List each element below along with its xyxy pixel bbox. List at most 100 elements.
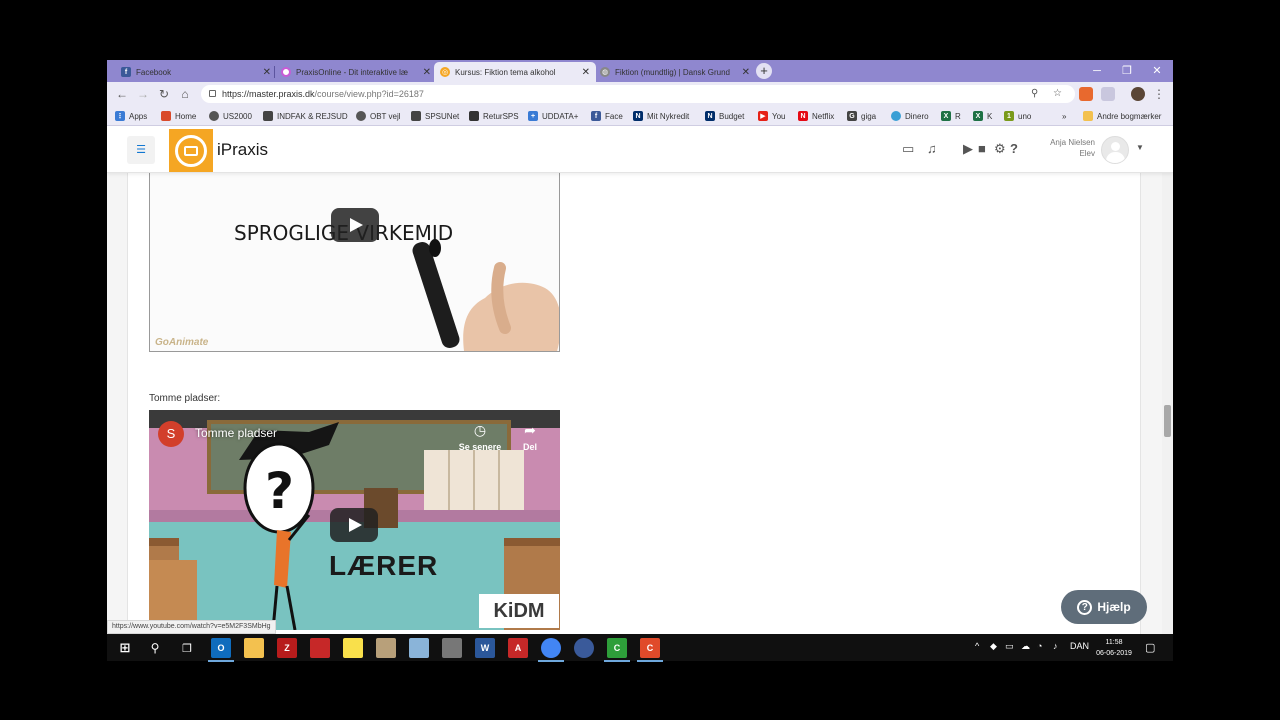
bookmark-uno[interactable]: 1 uno xyxy=(1004,109,1031,123)
sticky-notes-icon[interactable] xyxy=(343,638,363,658)
close-window-button[interactable]: ✕ xyxy=(1142,62,1172,80)
extension-icon[interactable] xyxy=(1101,87,1115,101)
bookmark-dinero[interactable]: Dinero xyxy=(891,109,929,123)
close-tab-icon[interactable]: ✕ xyxy=(582,67,590,78)
battery-icon[interactable]: ▭ xyxy=(1005,641,1014,652)
forward-button[interactable]: → xyxy=(135,86,151,102)
notifications-icon[interactable]: ▢ xyxy=(1145,641,1155,654)
user-menu[interactable]: Anja Nielsen Elev xyxy=(1027,137,1095,159)
onedrive-icon[interactable]: ☁ xyxy=(1021,641,1030,652)
ipraxis-logo[interactable] xyxy=(169,129,213,172)
windows-taskbar: ⊞ ⚲ ❐ O Z W A C C ^ ◆ ▭ ☁ ◔ ♪ DAN 11:58 … xyxy=(107,634,1173,662)
chevron-up-icon[interactable]: ^ xyxy=(975,641,979,651)
input-language[interactable]: DAN xyxy=(1070,641,1089,651)
tab-kursus-fiktion[interactable]: ◎ Kursus: Fiktion tema alkohol ✕ xyxy=(434,62,596,82)
bookmark-giga[interactable]: Ggiga xyxy=(847,109,876,123)
bookmark-obt[interactable]: OBT vejl xyxy=(356,109,401,123)
app-icon[interactable] xyxy=(574,638,594,658)
play-button[interactable] xyxy=(330,508,378,542)
video-title[interactable]: Tomme pladser xyxy=(195,426,277,440)
task-view-icon[interactable]: ❐ xyxy=(177,638,197,658)
new-tab-button[interactable]: + xyxy=(756,63,772,79)
bookmark-budget[interactable]: N Budget xyxy=(705,109,744,123)
bookmark-apps[interactable]: ⋮ Apps xyxy=(115,109,147,123)
acrobat-icon[interactable]: A xyxy=(508,638,528,658)
bookmark-netflix[interactable]: N Netflix xyxy=(798,109,834,123)
minimize-button[interactable]: ─ xyxy=(1082,62,1112,80)
settings-gear-icon[interactable]: ⚙ xyxy=(994,141,1006,157)
bookmark-label: Budget xyxy=(719,111,745,121)
play-icon[interactable]: ▶ xyxy=(963,141,973,157)
chevron-down-icon[interactable]: ▼ xyxy=(1136,143,1144,152)
drawer-toggle-button[interactable]: ☰ xyxy=(127,136,155,164)
play-button[interactable] xyxy=(331,208,379,242)
address-bar[interactable]: https://master.praxis.dk/course/view.php… xyxy=(201,85,1075,103)
spsunet-icon xyxy=(411,111,421,121)
volume-icon[interactable]: ♪ xyxy=(1053,641,1058,651)
close-tab-icon[interactable]: ✕ xyxy=(742,67,750,78)
dropbox-icon[interactable]: ◆ xyxy=(990,641,997,652)
outlook-icon[interactable]: O xyxy=(208,638,234,662)
scrollbar-thumb[interactable] xyxy=(1164,405,1171,437)
bookmark-label: Andre bogmærker xyxy=(1097,111,1162,121)
stop-icon[interactable]: ■ xyxy=(978,141,986,156)
help-button[interactable]: ? Hjælp xyxy=(1061,590,1147,624)
site-brand[interactable]: iPraxis xyxy=(217,140,268,160)
back-button[interactable]: ← xyxy=(114,86,130,102)
close-tab-icon[interactable]: ✕ xyxy=(263,67,271,78)
tab-facebook[interactable]: f Facebook ✕ xyxy=(115,62,277,82)
bookmark-indfak[interactable]: INDFAK & REJSUD xyxy=(263,109,348,123)
app-icon[interactable] xyxy=(310,638,330,658)
bookmark-uddata[interactable]: + UDDATA+ xyxy=(528,109,578,123)
app-icon[interactable] xyxy=(442,638,462,658)
profile-avatar[interactable] xyxy=(1131,87,1145,101)
app-icon[interactable] xyxy=(376,638,396,658)
bookmark-k[interactable]: XK xyxy=(973,109,992,123)
filezilla-icon[interactable]: Z xyxy=(277,638,297,658)
bookmark-nykredit[interactable]: N Mit Nykredit xyxy=(633,109,689,123)
user-avatar[interactable] xyxy=(1101,136,1129,164)
share-button[interactable]: ➦ Del xyxy=(505,422,555,452)
search-icon[interactable]: ⚲ xyxy=(145,638,165,658)
home-button[interactable]: ⌂ xyxy=(177,86,193,102)
bookmark-youtube[interactable]: ▶ You xyxy=(758,109,786,123)
word-icon[interactable]: W xyxy=(475,638,495,658)
share-icon: ➦ xyxy=(524,422,536,438)
file-explorer-icon[interactable] xyxy=(244,638,264,658)
bookmark-retursps[interactable]: ReturSPS xyxy=(469,109,519,123)
bookmark-face[interactable]: f Face xyxy=(591,109,623,123)
bookmarks-overflow-button[interactable]: » xyxy=(1062,109,1066,123)
course-content: SPROGLIGE VIRKEMID GoAnimate Tomme plads… xyxy=(127,127,1141,634)
camtasia-green-icon[interactable]: C xyxy=(604,638,630,662)
bookmark-spsunet[interactable]: SPSUNet xyxy=(411,109,459,123)
reload-button[interactable]: ↻ xyxy=(156,86,172,102)
bookmark-star-icon[interactable]: ☆ xyxy=(1053,85,1062,103)
watch-later-button[interactable]: ◷ Se senere xyxy=(455,422,505,452)
tab-fiktion-mundtlig[interactable]: ◍ Fiktion (mundtlig) | Dansk Grund ✕ xyxy=(594,62,756,82)
system-clock[interactable]: 11:58 06-06-2019 xyxy=(1092,637,1136,659)
camtasia-red-icon[interactable]: C xyxy=(637,638,663,662)
menu-kebab-icon[interactable]: ⋮ xyxy=(1151,86,1167,102)
maximize-button[interactable]: ❐ xyxy=(1112,62,1142,80)
bookmark-us2000[interactable]: US2000 xyxy=(209,109,252,123)
tab-praxis-online[interactable]: PraxisOnline - Dit interaktive læ ✕ xyxy=(275,62,437,82)
bookmark-r[interactable]: XR xyxy=(941,109,961,123)
page-scrollbar[interactable] xyxy=(1162,127,1173,634)
bookmark-label: K xyxy=(987,111,993,121)
bookmark-home[interactable]: Home xyxy=(161,109,196,123)
zoom-icon[interactable]: ⚲ xyxy=(1031,85,1038,103)
extension-icon[interactable] xyxy=(1079,87,1093,101)
video-embed-tomme-pladser[interactable]: ? S Tomme pladser ◷ Se senere ➦ Del LÆRER … xyxy=(149,410,560,630)
help-question-icon[interactable]: ? xyxy=(1010,141,1018,156)
chrome-icon[interactable] xyxy=(538,638,564,662)
bookmark-other[interactable]: Andre bogmærker xyxy=(1083,109,1161,123)
notifications-bell-icon[interactable]: ♫ xyxy=(927,141,937,156)
channel-avatar[interactable]: S xyxy=(158,421,184,447)
video-embed-sproglige-virkemidler[interactable]: SPROGLIGE VIRKEMID GoAnimate xyxy=(149,162,560,352)
wifi-icon[interactable]: ◔ xyxy=(1037,641,1042,651)
facebook-icon: f xyxy=(591,111,601,121)
close-tab-icon[interactable]: ✕ xyxy=(423,67,431,78)
app-icon[interactable] xyxy=(409,638,429,658)
messages-icon[interactable]: ▭ xyxy=(902,141,914,157)
windows-start-icon[interactable]: ⊞ xyxy=(115,638,135,658)
